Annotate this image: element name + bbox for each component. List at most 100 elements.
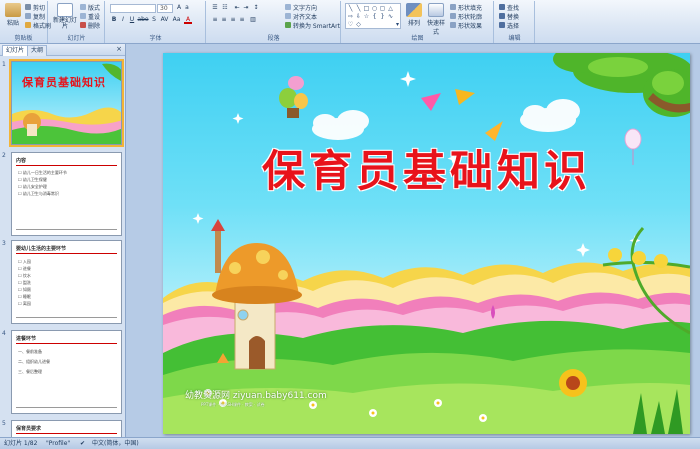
char-spacing-button[interactable]: AV <box>159 16 170 24</box>
thumb-5-title: 保育员要求 <box>16 426 42 432</box>
slide-thumbnail-1[interactable]: 保育员基础知识 <box>9 59 124 147</box>
delete-icon <box>80 22 86 28</box>
slide-thumbnail-2[interactable]: 内容 ☐ 幼儿一日生活的主要环节 ☐ 幼儿卫生保健 ☐ 幼儿安全护理 ☐ 幼儿卫… <box>11 152 122 236</box>
slide-thumbnail-5[interactable]: 保育员要求 <box>11 420 122 437</box>
editing-group-label: 编辑 <box>508 35 521 42</box>
clipboard-group: 粘贴 剪切 复制 格式刷 剪贴板 <box>0 1 51 43</box>
callout-shape-icon[interactable]: ◇ <box>355 21 362 28</box>
find-button[interactable]: 查找 <box>499 3 519 12</box>
cut-button[interactable]: 剪切 <box>25 3 45 12</box>
spellcheck-icon[interactable]: ✔ <box>80 438 85 449</box>
font-size-combo[interactable]: 30 <box>157 4 173 13</box>
binoculars-icon <box>499 4 505 10</box>
paste-button[interactable]: 粘贴 <box>2 3 24 27</box>
line-shape-icon[interactable]: ╲ <box>355 5 362 12</box>
replace-icon <box>499 13 505 19</box>
align-text-icon <box>285 13 291 19</box>
slide-number: 1 <box>2 61 6 68</box>
close-icon[interactable]: × <box>116 45 122 53</box>
triangle-shape-icon[interactable]: △ <box>387 5 394 12</box>
font-color-button[interactable]: A <box>184 16 192 24</box>
thumb-2-title: 内容 <box>16 158 27 164</box>
editing-group: 查找 替换 选择 编辑 <box>495 1 535 43</box>
bullets-button[interactable]: ☰ <box>211 4 219 12</box>
reset-button[interactable]: 重设 <box>80 12 100 21</box>
justify-button[interactable]: ≡ <box>238 16 246 24</box>
tab-slides[interactable]: 幻灯片 <box>2 45 29 56</box>
quick-styles-button[interactable]: 快速样式 <box>426 3 446 36</box>
delete-slide-button[interactable]: 删除 <box>80 21 100 30</box>
shape-outline-button[interactable]: 形状轮廓 <box>450 12 482 21</box>
increase-indent-button[interactable]: ⇥ <box>242 4 250 12</box>
replace-button[interactable]: 替换 <box>499 12 519 21</box>
thumb-3-line: ☐ 如厕 <box>18 287 31 292</box>
smartart-button[interactable]: 转换为 SmartArt <box>285 21 340 30</box>
clipboard-group-label: 剪贴板 <box>14 35 33 42</box>
quick-styles-icon <box>428 3 444 17</box>
language-indicator: 中文(简体，中国) <box>92 440 139 447</box>
new-slide-icon <box>57 3 73 17</box>
line-spacing-button[interactable]: ↕ <box>252 4 260 12</box>
bold-button[interactable]: B <box>110 16 118 24</box>
oval-shape-icon[interactable]: ○ <box>371 5 378 12</box>
layout-button[interactable]: 版式 <box>80 3 100 12</box>
rounded-rect-shape-icon[interactable]: ▢ <box>379 5 386 12</box>
fill-bucket-icon <box>450 4 456 10</box>
slide-thumbnail-4[interactable]: 进餐环节 一、餐前准备 二、组织幼儿进餐 三、餐后整理 <box>11 330 122 414</box>
shape-effects-button[interactable]: 形状效果 <box>450 21 482 30</box>
effects-icon <box>450 22 456 28</box>
italic-button[interactable]: I <box>119 16 127 24</box>
brace-shape-icon[interactable]: } <box>379 13 386 20</box>
thumb-4-line: 一、餐前准备 <box>18 349 42 354</box>
columns-button[interactable]: ▥ <box>249 16 257 24</box>
shrink-font-button[interactable]: a <box>183 4 191 12</box>
scissors-icon <box>25 4 31 10</box>
align-center-button[interactable]: ≡ <box>220 16 228 24</box>
slide-number: 4 <box>2 330 6 337</box>
arrange-button[interactable]: 排列 <box>404 3 424 27</box>
slide-canvas: 保育员基础知识 幼教资源网 ziyuan.baby611.com PPT课件 ·… <box>127 44 700 437</box>
heart-shape-icon[interactable]: ♡ <box>347 21 354 28</box>
slides-group: 新建幻灯片 版式 重设 删除 幻灯片 <box>49 1 105 43</box>
strikethrough-button[interactable]: abe <box>137 16 149 24</box>
more-shapes-icon[interactable]: ▾ <box>394 21 401 28</box>
align-text-button[interactable]: 对齐文本 <box>285 12 317 21</box>
font-group: 30 A a B I U abe S AV Aa A 字体 <box>106 1 206 43</box>
shapes-gallery[interactable]: ╲ ╲ □ ○ ▢ △ ⇨ ⇩ ☆ { } ∿ ♡ ◇ ▾ <box>345 3 401 29</box>
change-case-button[interactable]: Aa <box>171 16 182 24</box>
shadow-button[interactable]: S <box>150 16 158 24</box>
tab-outline[interactable]: 大纲 <box>27 45 48 56</box>
arrange-icon <box>406 3 422 17</box>
copy-button[interactable]: 复制 <box>25 12 45 21</box>
text-direction-button[interactable]: 文字方向 <box>285 3 317 12</box>
select-button[interactable]: 选择 <box>499 21 519 30</box>
watermark-subtext: PPT课件 · FLASH课件 · 教案 · 试卷 <box>201 402 265 407</box>
shape-fill-button[interactable]: 形状填充 <box>450 3 482 12</box>
decrease-indent-button[interactable]: ⇤ <box>233 4 241 12</box>
numbering-button[interactable]: ☷ <box>221 4 229 12</box>
format-painter-button[interactable]: 格式刷 <box>25 21 51 30</box>
thumb-3-line: ☐ 饮水 <box>18 273 31 278</box>
current-slide[interactable]: 保育员基础知识 幼教资源网 ziyuan.baby611.com PPT课件 ·… <box>163 53 690 434</box>
align-right-button[interactable]: ≡ <box>229 16 237 24</box>
slide-title[interactable]: 保育员基础知识 <box>163 137 690 199</box>
star-shape-icon[interactable]: ☆ <box>363 13 370 20</box>
thumb-3-title: 婴幼儿生活的主要环节 <box>16 246 67 252</box>
underline-button[interactable]: U <box>128 16 136 24</box>
thumb-2-line: ☐ 幼儿安全护理 <box>18 184 47 189</box>
line-shape-icon[interactable]: ╲ <box>347 5 354 12</box>
slide-thumbnail-3[interactable]: 婴幼儿生活的主要环节 ☐ 入园 ☐ 进餐 ☐ 饮水 ☐ 盥洗 ☐ 如厕 ☐ 睡眠… <box>11 240 122 324</box>
arrow-shape-icon[interactable]: ⇩ <box>355 13 362 20</box>
thumb-2-bottom-rule <box>16 229 117 230</box>
font-name-combo[interactable] <box>110 4 156 13</box>
brush-icon <box>25 22 31 28</box>
brace-shape-icon[interactable]: { <box>371 13 378 20</box>
curve-shape-icon[interactable]: ∿ <box>387 13 394 20</box>
align-left-button[interactable]: ≡ <box>211 16 219 24</box>
new-slide-button[interactable]: 新建幻灯片 <box>52 3 78 30</box>
grow-font-button[interactable]: A <box>175 4 183 12</box>
thumb-3-line: ☐ 入园 <box>18 259 31 264</box>
drawing-group-label: 绘图 <box>411 35 424 42</box>
rectangle-shape-icon[interactable]: □ <box>363 5 370 12</box>
arrow-shape-icon[interactable]: ⇨ <box>347 13 354 20</box>
